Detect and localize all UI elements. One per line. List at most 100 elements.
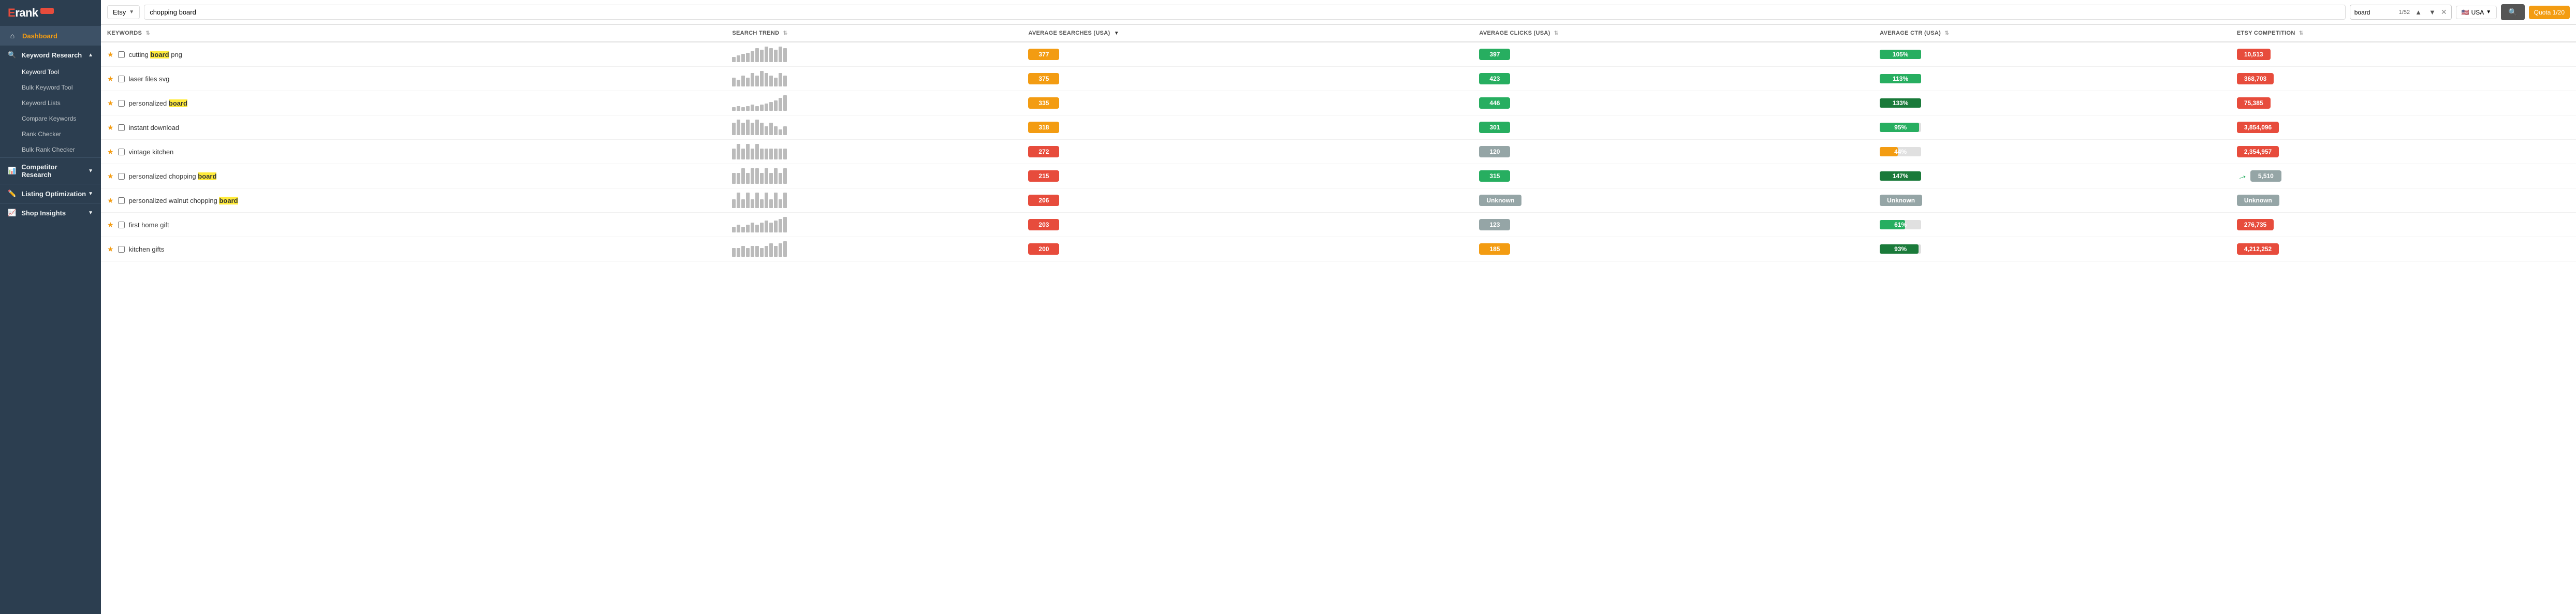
- trend-cell-2: [726, 91, 1022, 115]
- searches-cell-6: 206: [1022, 188, 1473, 213]
- ctr-bar-bg: 93%: [1880, 244, 1921, 254]
- star-button[interactable]: ★: [107, 172, 114, 181]
- listing-optimization-header[interactable]: ✏️ Listing Optimization ▼: [0, 184, 101, 203]
- bar: [746, 144, 750, 159]
- sidebar-item-keyword-lists[interactable]: Keyword Lists: [0, 95, 101, 111]
- sort-icon-ctr[interactable]: ⇅: [1944, 31, 1949, 36]
- trend-cell-1: [726, 67, 1022, 91]
- etsy-comp-inner: 4,212,252: [2237, 243, 2570, 255]
- ctr-bar-bg: 113%: [1880, 74, 1921, 83]
- row-checkbox[interactable]: [118, 197, 125, 204]
- shop-insights-header[interactable]: 📈 Shop Insights ▼: [0, 203, 101, 222]
- trend-cell-0: [726, 42, 1022, 67]
- competitor-research-header[interactable]: 📊 Competitor Research ▼: [0, 158, 101, 184]
- star-button[interactable]: ★: [107, 123, 114, 132]
- star-button[interactable]: ★: [107, 99, 114, 108]
- sidebar-item-dashboard[interactable]: ⌂ Dashboard: [0, 26, 101, 45]
- keyword-cell-5: ★ personalized chopping board: [101, 164, 726, 188]
- ctr-label: 61%: [1880, 220, 1921, 229]
- ctr-cell-4: 44%: [1874, 140, 2231, 164]
- bar: [737, 144, 740, 159]
- sort-icon-keywords[interactable]: ⇅: [146, 31, 151, 36]
- keyword-text: kitchen gifts: [129, 245, 165, 253]
- platform-selector[interactable]: Etsy ▼: [107, 5, 140, 19]
- bar: [741, 76, 745, 86]
- search-button[interactable]: 🔍: [2501, 4, 2524, 20]
- bar: [783, 76, 787, 86]
- row-checkbox[interactable]: [118, 124, 125, 131]
- pro-badge: PRO: [40, 8, 54, 14]
- competition-cell-6: Unknown: [2231, 188, 2576, 213]
- star-button[interactable]: ★: [107, 196, 114, 205]
- keyword-research-header[interactable]: 🔍 Keyword Research ▲: [0, 46, 101, 64]
- row-checkbox[interactable]: [118, 51, 125, 58]
- keyword-cell-0: ★cutting board png: [101, 42, 726, 67]
- row-checkbox[interactable]: [118, 76, 125, 82]
- bar: [779, 173, 782, 184]
- bar: [774, 78, 778, 86]
- competition-value: 276,735: [2237, 219, 2274, 230]
- sidebar-item-compare-keywords[interactable]: Compare Keywords: [0, 111, 101, 126]
- clicks-unknown: Unknown: [1479, 195, 1521, 206]
- row-checkbox[interactable]: [118, 149, 125, 155]
- find-prev-button[interactable]: ▲: [2413, 7, 2424, 17]
- bar: [751, 105, 754, 111]
- row-checkbox[interactable]: [118, 246, 125, 253]
- sort-icon-searches[interactable]: ▼: [1114, 31, 1119, 36]
- sort-icon-trend[interactable]: ⇅: [783, 31, 788, 36]
- bar: [760, 173, 764, 184]
- bar: [746, 193, 750, 208]
- searches-value: 377: [1028, 49, 1059, 60]
- table-header-row: KEYWORDS ⇅ SEARCH TREND ⇅ AVERAGE SEARCH…: [101, 25, 2576, 42]
- table-body: ★cutting board png377397105%10,513★laser…: [101, 42, 2576, 261]
- bar: [751, 223, 754, 232]
- sidebar-item-bulk-rank-checker[interactable]: Bulk Rank Checker: [0, 142, 101, 157]
- bar: [751, 149, 754, 159]
- search-input[interactable]: [144, 5, 2346, 20]
- find-next-button[interactable]: ▼: [2427, 7, 2438, 17]
- sparkline: [732, 71, 1016, 86]
- bar: [765, 73, 768, 86]
- bar: [774, 100, 778, 111]
- bar: [769, 243, 773, 257]
- keyword-text: personalized walnut chopping board: [129, 197, 238, 204]
- star-button[interactable]: ★: [107, 50, 114, 59]
- row-checkbox[interactable]: [118, 222, 125, 228]
- find-input[interactable]: [2354, 9, 2396, 16]
- searches-cell-3: 318: [1022, 115, 1473, 140]
- table-row: ★cutting board png377397105%10,513: [101, 42, 2576, 67]
- col-avg-ctr: AVERAGE CTR (USA) ⇅: [1874, 25, 2231, 42]
- star-button[interactable]: ★: [107, 75, 114, 83]
- bar: [769, 223, 773, 232]
- bar: [779, 129, 782, 135]
- keyword-cell-1: ★laser files svg: [101, 67, 726, 91]
- bar: [783, 48, 787, 62]
- ctr-label: 105%: [1880, 50, 1921, 59]
- sidebar-item-keyword-tool[interactable]: Keyword Tool: [0, 64, 101, 80]
- quota-button[interactable]: Quota 1/20: [2529, 6, 2570, 19]
- sparkline: [732, 241, 1016, 257]
- trend-cell-8: [726, 237, 1022, 261]
- ctr-bar-wrap: 95%: [1880, 123, 2224, 132]
- bar: [751, 73, 754, 86]
- sort-icon-clicks[interactable]: ⇅: [1554, 31, 1559, 36]
- sparkline: [732, 95, 1016, 111]
- bar: [774, 168, 778, 184]
- ctr-bar-bg: 95%: [1880, 123, 1921, 132]
- sparkline: [732, 217, 1016, 232]
- star-button[interactable]: ★: [107, 148, 114, 156]
- country-selector[interactable]: 🇺🇸 USA ▼: [2456, 6, 2497, 19]
- star-button[interactable]: ★: [107, 245, 114, 254]
- find-close-button[interactable]: ✕: [2441, 8, 2447, 17]
- ctr-cell-1: 113%: [1874, 67, 2231, 91]
- sidebar-item-rank-checker[interactable]: Rank Checker: [0, 126, 101, 142]
- row-checkbox[interactable]: [118, 100, 125, 107]
- bar: [783, 168, 787, 184]
- star-button[interactable]: ★: [107, 221, 114, 229]
- sidebar-item-bulk-keyword[interactable]: Bulk Keyword Tool: [0, 80, 101, 95]
- row-checkbox[interactable]: [118, 173, 125, 180]
- keyword-text: personalized chopping board: [129, 172, 217, 180]
- bar: [765, 221, 768, 232]
- clicks-cell-8: 185: [1473, 237, 1874, 261]
- sort-icon-competition[interactable]: ⇅: [2299, 31, 2304, 36]
